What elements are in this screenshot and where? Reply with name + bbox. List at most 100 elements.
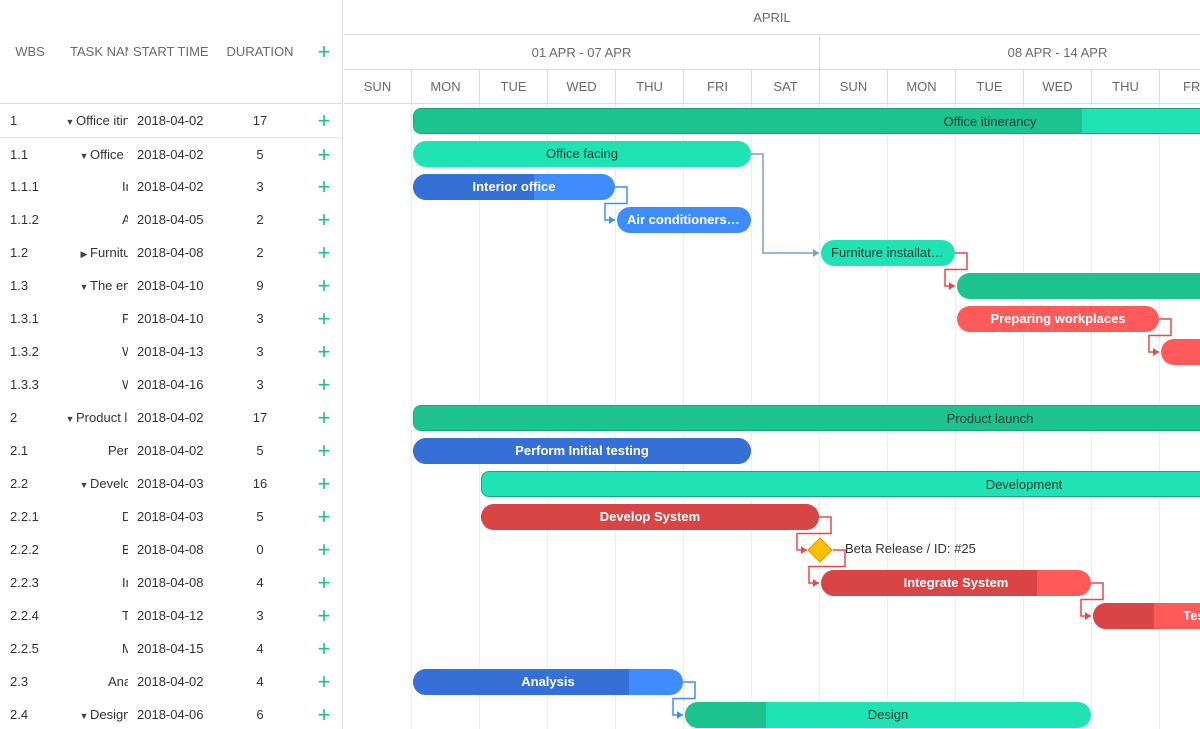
table-row[interactable]: 2.3 Analysis 2018-04-02 4 +	[0, 665, 342, 698]
add-subtask-icon[interactable]: +	[310, 138, 338, 171]
cell-wbs: 2.2.5	[10, 641, 39, 656]
add-subtask-icon[interactable]: +	[310, 566, 338, 599]
add-subtask-icon[interactable]: +	[310, 302, 338, 335]
cell-start-time: 2018-04-16	[137, 377, 204, 392]
task-bar-label: Perform Initial testing	[515, 443, 649, 458]
table-row[interactable]: 1.1.1 Interior office 2018-04-02 3 +	[0, 170, 342, 203]
caret-down-icon[interactable]: ▼	[78, 271, 90, 304]
cell-start-time: 2018-04-05	[137, 212, 204, 227]
project-bar[interactable]: Development	[481, 471, 1200, 497]
table-row[interactable]: 1.3.1 Preparing workplaces 2018-04-10 3 +	[0, 302, 342, 335]
table-row[interactable]: 2 ▼Product launch 2018-04-02 17 +	[0, 401, 342, 436]
column-header-duration[interactable]: DURATION	[222, 0, 298, 104]
table-row[interactable]: 1 ▼Office itinerancy 2018-04-02 17 +	[0, 104, 342, 139]
cell-task-name[interactable]: Test	[64, 599, 128, 632]
caret-down-icon[interactable]: ▼	[64, 106, 76, 139]
task-bar[interactable]: Furniture installation	[821, 240, 955, 266]
table-row[interactable]: 1.3 ▼The employee relocation 2018-04-10 9 +	[0, 269, 342, 304]
cell-task-name[interactable]: Beta Release	[64, 533, 128, 566]
task-bar[interactable]: Design	[685, 702, 1091, 728]
cell-duration: 2	[256, 245, 264, 260]
task-name-text: Interior office	[122, 179, 128, 194]
scale-day-label: TUE	[956, 70, 1024, 104]
caret-down-icon[interactable]: ▼	[78, 469, 90, 502]
task-bar[interactable]: Preparing workplaces	[957, 306, 1159, 332]
cell-task-name[interactable]: Preparing workplaces	[64, 302, 128, 335]
cell-task-name[interactable]: ▼Development	[64, 467, 128, 502]
task-bar-label: Office itinerancy	[943, 114, 1037, 129]
add-subtask-icon[interactable]: +	[310, 533, 338, 566]
table-row[interactable]: 1.3.2 Workplaces 2018-04-13 3 +	[0, 335, 342, 368]
cell-duration: 3	[256, 179, 264, 194]
column-header-task-name[interactable]: TASK NAME	[70, 0, 128, 104]
cell-task-name[interactable]: ▼ Design	[64, 698, 128, 729]
table-row[interactable]: 2.2.1 Develop System 2018-04-03 5 +	[0, 500, 342, 533]
cell-task-name[interactable]: ▶Furniture installation	[64, 236, 128, 271]
table-row[interactable]: 2.2.5 Marketing 2018-04-15 4 +	[0, 632, 342, 665]
cell-task-name[interactable]: Marketing	[64, 632, 128, 665]
table-row[interactable]: 1.2 ▶Furniture installation 2018-04-08 2 +	[0, 236, 342, 271]
add-subtask-icon[interactable]: +	[310, 401, 338, 434]
add-subtask-icon[interactable]: +	[310, 368, 338, 401]
project-bar[interactable]: Product launch	[413, 405, 1200, 431]
table-row[interactable]: 2.1 Perform Initial testing 2018-04-02 5 +	[0, 434, 342, 467]
add-subtask-icon[interactable]: +	[310, 269, 338, 302]
caret-down-icon[interactable]: ▼	[78, 140, 90, 173]
cell-duration: 9	[256, 278, 264, 293]
task-bar[interactable]: Air conditioners check	[617, 207, 751, 233]
cell-task-name[interactable]: ▼The employee relocation	[64, 269, 128, 304]
table-row[interactable]: 2.2.2 Beta Release 2018-04-08 0 +	[0, 533, 342, 566]
cell-task-name[interactable]: Analysis	[64, 665, 128, 698]
cell-task-name[interactable]: ▼Office facing	[64, 138, 128, 173]
cell-task-name[interactable]: Workplaces	[64, 368, 128, 401]
add-subtask-icon[interactable]: +	[310, 236, 338, 269]
cell-task-name[interactable]: Integrate System	[64, 566, 128, 599]
add-subtask-icon[interactable]: +	[310, 104, 338, 137]
add-subtask-icon[interactable]: +	[310, 500, 338, 533]
add-subtask-icon[interactable]: +	[310, 203, 338, 236]
project-bar[interactable]: Office itinerancy	[413, 108, 1200, 134]
table-row[interactable]: 2.4 ▼ Design 2018-04-06 6 +	[0, 698, 342, 729]
cell-task-name[interactable]: Workplaces	[64, 335, 128, 368]
cell-wbs: 1.1	[10, 147, 29, 162]
add-task-icon[interactable]: +	[310, 0, 338, 104]
table-row[interactable]: 2.2 ▼Development 2018-04-03 16 +	[0, 467, 342, 502]
add-subtask-icon[interactable]: +	[310, 599, 338, 632]
caret-down-icon[interactable]: ▼	[78, 700, 90, 729]
task-bar[interactable]: Perform Initial testing	[413, 438, 751, 464]
task-bar[interactable]: Th	[957, 273, 1200, 299]
cell-task-name[interactable]: Develop System	[64, 500, 128, 533]
task-bar[interactable]: Interior office	[413, 174, 615, 200]
task-bar[interactable]: Analysis	[413, 669, 683, 695]
table-row[interactable]: 1.1 ▼Office facing 2018-04-02 5 +	[0, 137, 342, 173]
dependency-link[interactable]	[751, 153, 819, 254]
column-header-start-time[interactable]: START TIME	[133, 0, 213, 104]
task-bar[interactable]: Develop System	[481, 504, 819, 530]
cell-start-time: 2018-04-02	[137, 443, 204, 458]
caret-right-icon[interactable]: ▶	[78, 238, 90, 271]
add-subtask-icon[interactable]: +	[310, 335, 338, 368]
cell-duration: 0	[256, 542, 264, 557]
add-subtask-icon[interactable]: +	[310, 698, 338, 729]
add-subtask-icon[interactable]: +	[310, 170, 338, 203]
table-row[interactable]: 2.2.4 Test 2018-04-12 3 +	[0, 599, 342, 632]
add-subtask-icon[interactable]: +	[310, 467, 338, 500]
task-bar[interactable]: W	[1161, 339, 1200, 365]
add-subtask-icon[interactable]: +	[310, 434, 338, 467]
task-bar[interactable]: Integrate System	[821, 570, 1091, 596]
add-subtask-icon[interactable]: +	[310, 665, 338, 698]
add-subtask-icon[interactable]: +	[310, 632, 338, 665]
task-bar[interactable]: Tes	[1093, 603, 1200, 629]
milestone-diamond[interactable]	[807, 537, 833, 563]
cell-task-name[interactable]: Air conditioners check	[64, 203, 128, 236]
table-row[interactable]: 1.3.3 Workplaces 2018-04-16 3 +	[0, 368, 342, 401]
cell-task-name[interactable]: Interior office	[64, 170, 128, 203]
column-header-wbs[interactable]: WBS	[0, 0, 60, 104]
table-row[interactable]: 2.2.3 Integrate System 2018-04-08 4 +	[0, 566, 342, 599]
table-row[interactable]: 1.1.2 Air conditioners check 2018-04-05 2 +	[0, 203, 342, 236]
caret-down-icon[interactable]: ▼	[64, 403, 76, 436]
cell-task-name[interactable]: Perform Initial testing	[64, 434, 128, 467]
task-bar[interactable]: Office facing	[413, 141, 751, 167]
cell-task-name[interactable]: ▼Product launch	[64, 401, 128, 436]
cell-task-name[interactable]: ▼Office itinerancy	[64, 104, 128, 139]
